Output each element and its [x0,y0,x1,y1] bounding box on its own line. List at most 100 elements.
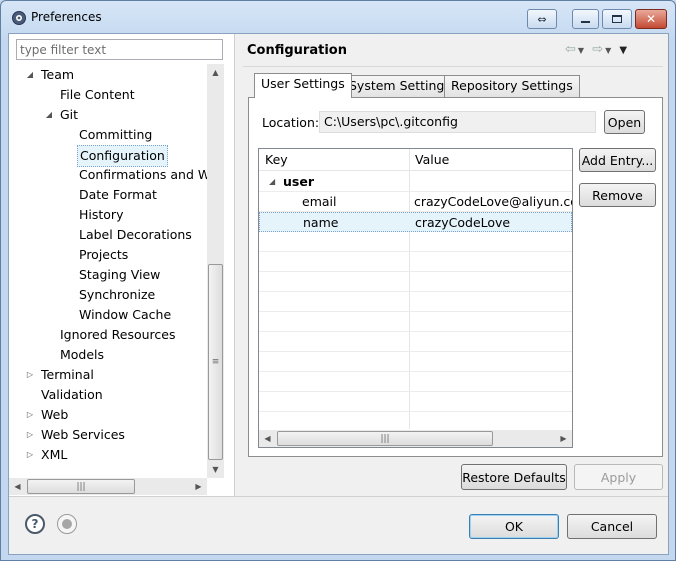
tree-item[interactable]: Staging View [9,265,207,285]
tree-item[interactable]: ◢ Team [9,65,207,85]
tree-item[interactable]: Committing [9,125,207,145]
tab-user-settings[interactable]: User Settings [254,73,352,98]
apply-button[interactable]: Apply [574,464,663,490]
tree-item[interactable]: Models [9,345,207,365]
record-icon[interactable] [57,514,77,534]
tree-item-label: Configuration [77,145,168,167]
help-icon[interactable]: ? [25,514,45,534]
config-table: Key Value ◢ user email crazyCodeLove@aliyun… [258,148,573,448]
expanded-twisty-icon[interactable]: ◢ [44,105,54,125]
collapsed-twisty-icon[interactable]: ▷ [25,405,35,425]
preferences-window: Preferences ⇔ ✕ ◢ Team File Content ◢ Git Com… [0,0,676,561]
tree-item[interactable]: Label Decorations [9,225,207,245]
tree-item-label: Validation [41,387,103,402]
filter-input[interactable] [16,39,223,60]
collapsed-twisty-icon[interactable]: ▷ [25,365,35,385]
resize-arrows-icon: ⇔ [537,12,547,26]
tree-item-label: Web Services [41,427,125,442]
tree-vertical-scrollbar[interactable]: ▲ ≡ ▼ [207,64,224,478]
scroll-right-arrow-icon[interactable]: ▶ [190,478,207,495]
tree-item[interactable]: Ignored Resources [9,325,207,345]
table-row[interactable]: email crazyCodeLove@aliyun.com [259,192,572,212]
tree-item[interactable]: ▷ Web [9,405,207,425]
tree-item[interactable]: ▷ Terminal [9,365,207,385]
scroll-thumb[interactable]: ≡ [208,264,223,460]
tree-item[interactable]: ▷ Web Services [9,425,207,445]
tree-item[interactable]: ◢ Git [9,105,207,125]
collapsed-twisty-icon[interactable]: ▷ [25,425,35,445]
minimize-icon [581,21,590,23]
table-horizontal-scrollbar[interactable]: ◀ ||| ▶ [259,430,572,447]
tree-item-label: Committing [79,127,153,142]
cancel-button[interactable]: Cancel [567,514,657,539]
minimize-button[interactable] [572,9,599,29]
empty-table-row [259,412,572,432]
scroll-down-arrow-icon[interactable]: ▼ [207,461,224,478]
tree-item-label: Ignored Resources [60,327,176,342]
remove-button[interactable]: Remove [579,183,656,207]
tree-item-label: Synchronize [79,287,156,302]
scroll-thumb[interactable]: ||| [27,479,135,494]
tree-item[interactable]: File Content [9,85,207,105]
tab-system-settings[interactable]: System Settings [342,75,458,97]
restore-size-button[interactable]: ⇔ [527,9,557,29]
tree-item-label: File Content [60,87,135,102]
back-menu-icon[interactable]: ▼ [578,46,586,55]
tree-item[interactable]: Confirmations and Wa [9,165,207,185]
tree-item-label: Staging View [79,267,161,282]
scroll-left-arrow-icon[interactable]: ◀ [9,478,26,495]
collapsed-twisty-icon[interactable]: ▷ [25,445,35,465]
tree-item-label: Team [41,67,75,82]
scroll-right-arrow-icon[interactable]: ▶ [555,430,572,447]
key-cell: email [302,194,337,209]
tree-item[interactable]: Projects [9,245,207,265]
tree-item[interactable]: Window Cache [9,305,207,325]
tree-item[interactable]: History [9,205,207,225]
page-title: Configuration [247,43,347,58]
maximize-button[interactable] [602,9,632,29]
empty-table-row [259,252,572,272]
close-icon: ✕ [645,12,657,26]
scroll-up-arrow-icon[interactable]: ▲ [207,64,224,81]
tree-item[interactable]: Configuration [9,145,207,167]
add-entry-button[interactable]: Add Entry... [579,148,656,172]
scroll-thumb[interactable]: ||| [277,431,493,446]
restore-defaults-button[interactable]: Restore Defaults [461,464,567,490]
expanded-twisty-icon[interactable]: ◢ [269,172,275,192]
tree-horizontal-scrollbar[interactable]: ◀ ||| ▶ [9,478,207,495]
forward-menu-icon[interactable]: ▼ [605,46,613,55]
empty-table-row [259,392,572,412]
value-cell: crazyCodeLove [415,215,511,230]
table-row[interactable]: ◢ user [259,172,572,192]
expanded-twisty-icon[interactable]: ◢ [25,65,35,85]
view-menu-icon[interactable]: ▼ [619,45,629,56]
tree-item[interactable]: ▷ XML [9,445,207,465]
empty-table-row [259,232,572,252]
tree-item[interactable]: Synchronize [9,285,207,305]
window-title: Preferences [31,10,102,24]
user-settings-panel: Location: C:\Users\pc\.gitconfig Open Ke… [248,97,663,457]
column-header-key[interactable]: Key [259,149,288,171]
close-button[interactable]: ✕ [635,9,667,29]
location-field: C:\Users\pc\.gitconfig [319,111,596,133]
dialog-client-area: ◢ Team File Content ◢ Git Committing Configura… [8,33,669,555]
preference-navigator: ◢ Team File Content ◢ Git Committing Configura… [9,34,234,496]
pane-divider[interactable] [234,34,235,496]
forward-arrow-icon[interactable]: ⇨ [592,42,605,57]
empty-table-row [259,272,572,292]
table-row[interactable]: name crazyCodeLove [259,212,572,232]
title-bar[interactable]: Preferences ⇔ ✕ [1,1,675,33]
open-button[interactable]: Open [604,110,645,134]
record-dot-icon [62,519,72,529]
tree-item-label: XML [41,447,68,462]
tree-item-label: Confirmations and Wa [79,167,207,182]
tree-item[interactable]: Validation [9,385,207,405]
back-arrow-icon[interactable]: ⇦ [565,42,578,57]
tree-item-label: Date Format [79,187,157,202]
preference-tree: ◢ Team File Content ◢ Git Committing Configura… [9,64,207,478]
tab-repository-settings[interactable]: Repository Settings [444,75,580,97]
column-header-value[interactable]: Value [409,149,449,171]
ok-button[interactable]: OK [469,514,559,539]
scroll-left-arrow-icon[interactable]: ◀ [259,430,276,447]
tree-item[interactable]: Date Format [9,185,207,205]
